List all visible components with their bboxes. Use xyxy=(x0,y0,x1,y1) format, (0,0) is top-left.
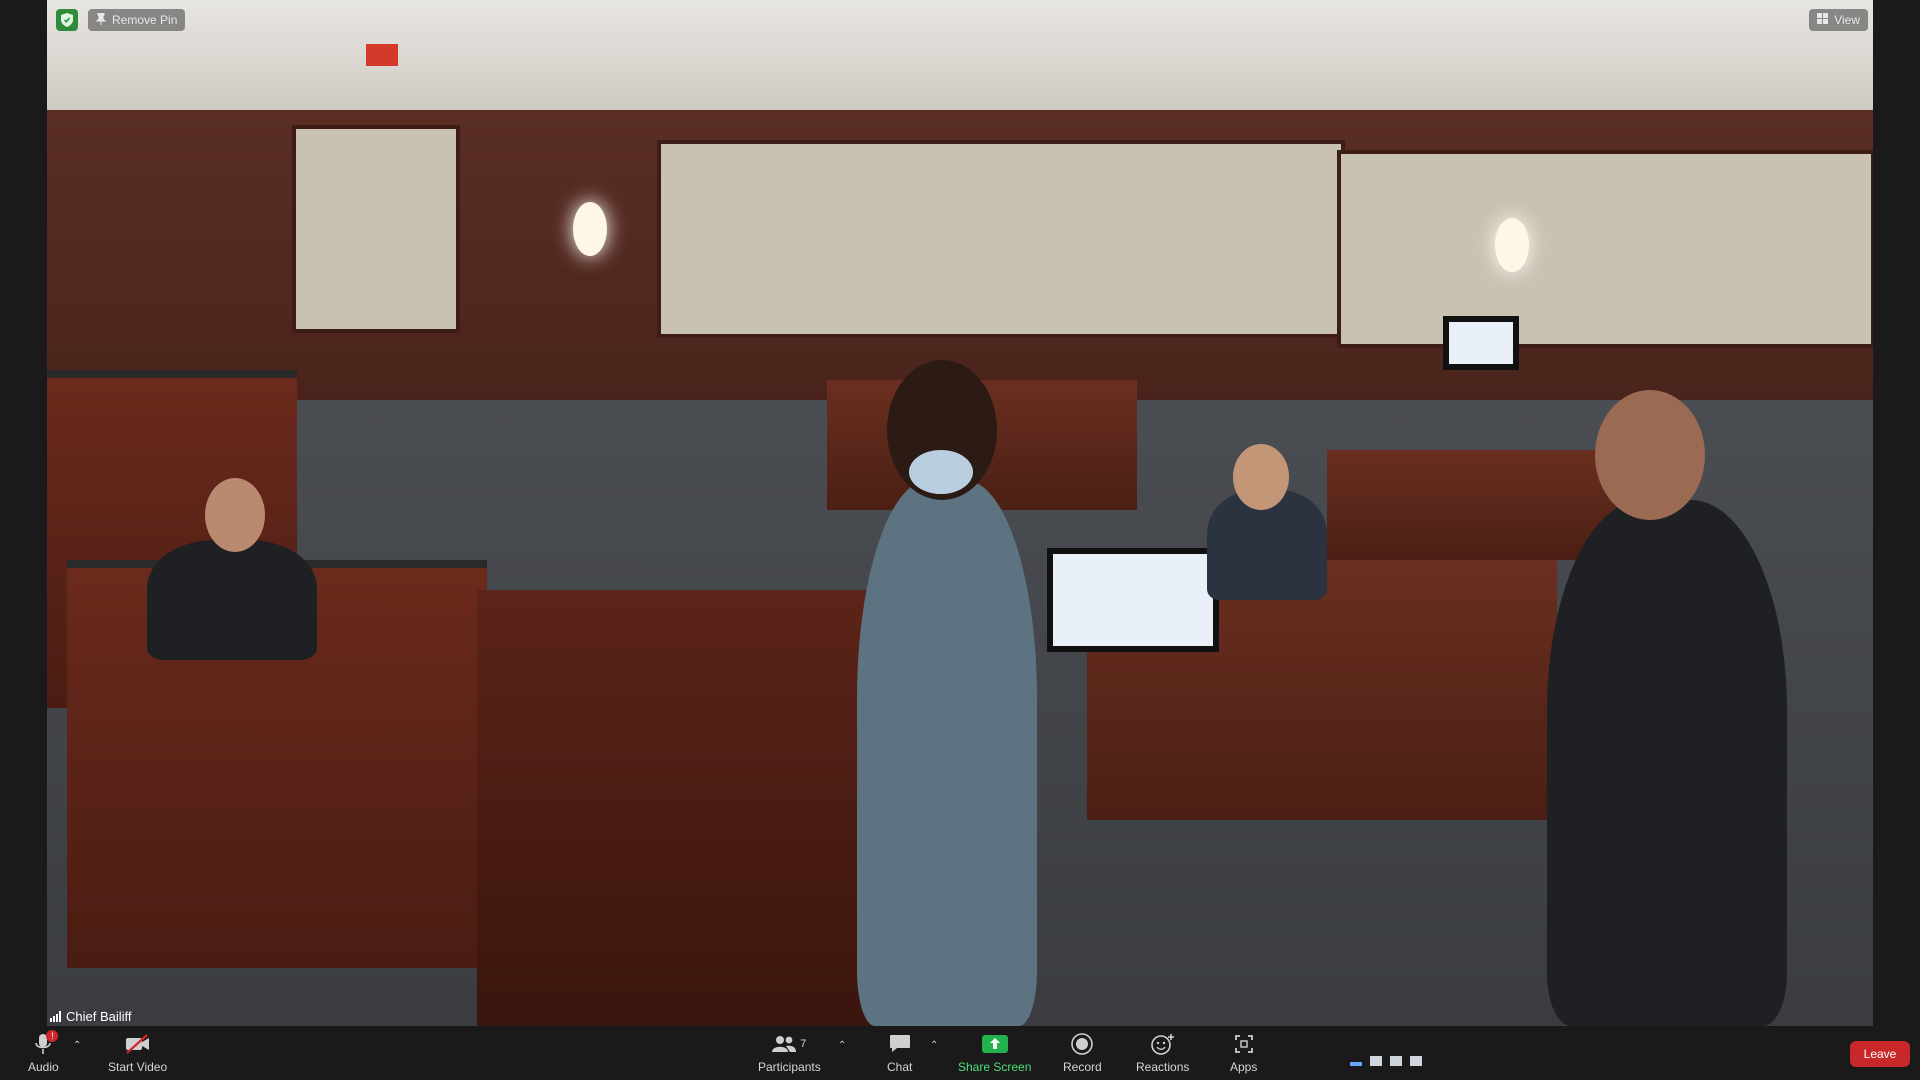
chat-button[interactable]: Chat xyxy=(887,1032,912,1074)
security-shield-icon[interactable] xyxy=(56,9,78,31)
audio-label: Audio xyxy=(28,1060,59,1074)
participants-options-caret-icon[interactable]: ⌃ xyxy=(838,1040,846,1051)
layout-speaker-icon[interactable] xyxy=(1370,1056,1382,1066)
view-label: View xyxy=(1834,13,1860,27)
bailiff-left xyxy=(147,540,317,660)
audio-button[interactable]: ! Audio xyxy=(28,1030,59,1074)
participants-label: Participants xyxy=(758,1060,821,1074)
record-label: Record xyxy=(1063,1060,1102,1074)
wall-light xyxy=(1495,218,1529,272)
reactions-label: Reactions xyxy=(1136,1060,1190,1074)
share-screen-icon xyxy=(981,1032,1008,1056)
wall-window-panels xyxy=(657,140,1345,338)
laptop-monitor xyxy=(1047,548,1219,652)
wall-light xyxy=(573,202,607,256)
rear-monitor xyxy=(1443,316,1519,370)
start-video-label: Start Video xyxy=(108,1060,168,1074)
chat-label: Chat xyxy=(887,1060,913,1074)
record-icon xyxy=(1071,1032,1094,1056)
chat-bubble-icon xyxy=(889,1032,911,1056)
leave-button[interactable]: Leave xyxy=(1850,1041,1910,1067)
view-grid-icon xyxy=(1817,13,1829,27)
bailiff-right-head xyxy=(1595,390,1705,520)
share-screen-label: Share Screen xyxy=(958,1060,1032,1074)
defendant xyxy=(857,480,1037,1026)
layout-gallery-icon[interactable] xyxy=(1410,1056,1422,1066)
share-screen-button[interactable]: Share Screen xyxy=(958,1032,1031,1074)
wall-window-panels-right xyxy=(1337,150,1873,348)
bailiff-left-head xyxy=(205,478,265,552)
remove-pin-label: Remove Pin xyxy=(112,13,178,27)
apps-icon xyxy=(1234,1032,1254,1056)
apps-button[interactable]: Apps xyxy=(1230,1032,1257,1074)
bailiff-right xyxy=(1547,500,1787,1026)
layout-minimized-icon[interactable] xyxy=(1350,1062,1362,1066)
podium xyxy=(477,590,877,1026)
wall-window-panels-left xyxy=(292,125,460,333)
video-feed xyxy=(47,0,1873,1026)
layout-stacked-icon[interactable] xyxy=(1390,1056,1402,1066)
microphone-icon: ! xyxy=(34,1030,59,1056)
chat-options-caret-icon[interactable]: ⌃ xyxy=(930,1040,938,1051)
face-mask xyxy=(909,450,973,494)
courtroom-ceiling xyxy=(47,0,1873,110)
signal-bars-icon xyxy=(50,1011,61,1022)
layout-switcher xyxy=(1350,1056,1422,1066)
participants-icon: 7 xyxy=(772,1032,806,1056)
start-video-button[interactable]: Start Video xyxy=(108,1032,167,1074)
reactions-smiley-icon xyxy=(1150,1032,1175,1056)
speaker-name: Chief Bailiff xyxy=(66,1009,132,1024)
audio-alert-badge: ! xyxy=(46,1030,59,1042)
pin-icon xyxy=(95,12,107,28)
participants-button[interactable]: 7 Participants xyxy=(758,1032,821,1074)
exit-sign xyxy=(366,44,398,66)
record-button[interactable]: Record xyxy=(1063,1032,1102,1074)
meeting-toolbar: ! Audio ⌃ Start Video 7 Participants ⌃ C… xyxy=(0,1026,1920,1080)
video-off-icon xyxy=(125,1032,151,1056)
apps-label: Apps xyxy=(1230,1060,1258,1074)
audio-options-caret-icon[interactable]: ⌃ xyxy=(73,1040,81,1051)
speaker-name-label: Chief Bailiff xyxy=(50,1009,132,1024)
remove-pin-button[interactable]: Remove Pin xyxy=(88,9,186,31)
view-button[interactable]: View xyxy=(1809,9,1868,31)
reactions-button[interactable]: Reactions xyxy=(1136,1032,1189,1074)
participants-count: 7 xyxy=(800,1038,807,1050)
attorney-head xyxy=(1233,444,1289,510)
